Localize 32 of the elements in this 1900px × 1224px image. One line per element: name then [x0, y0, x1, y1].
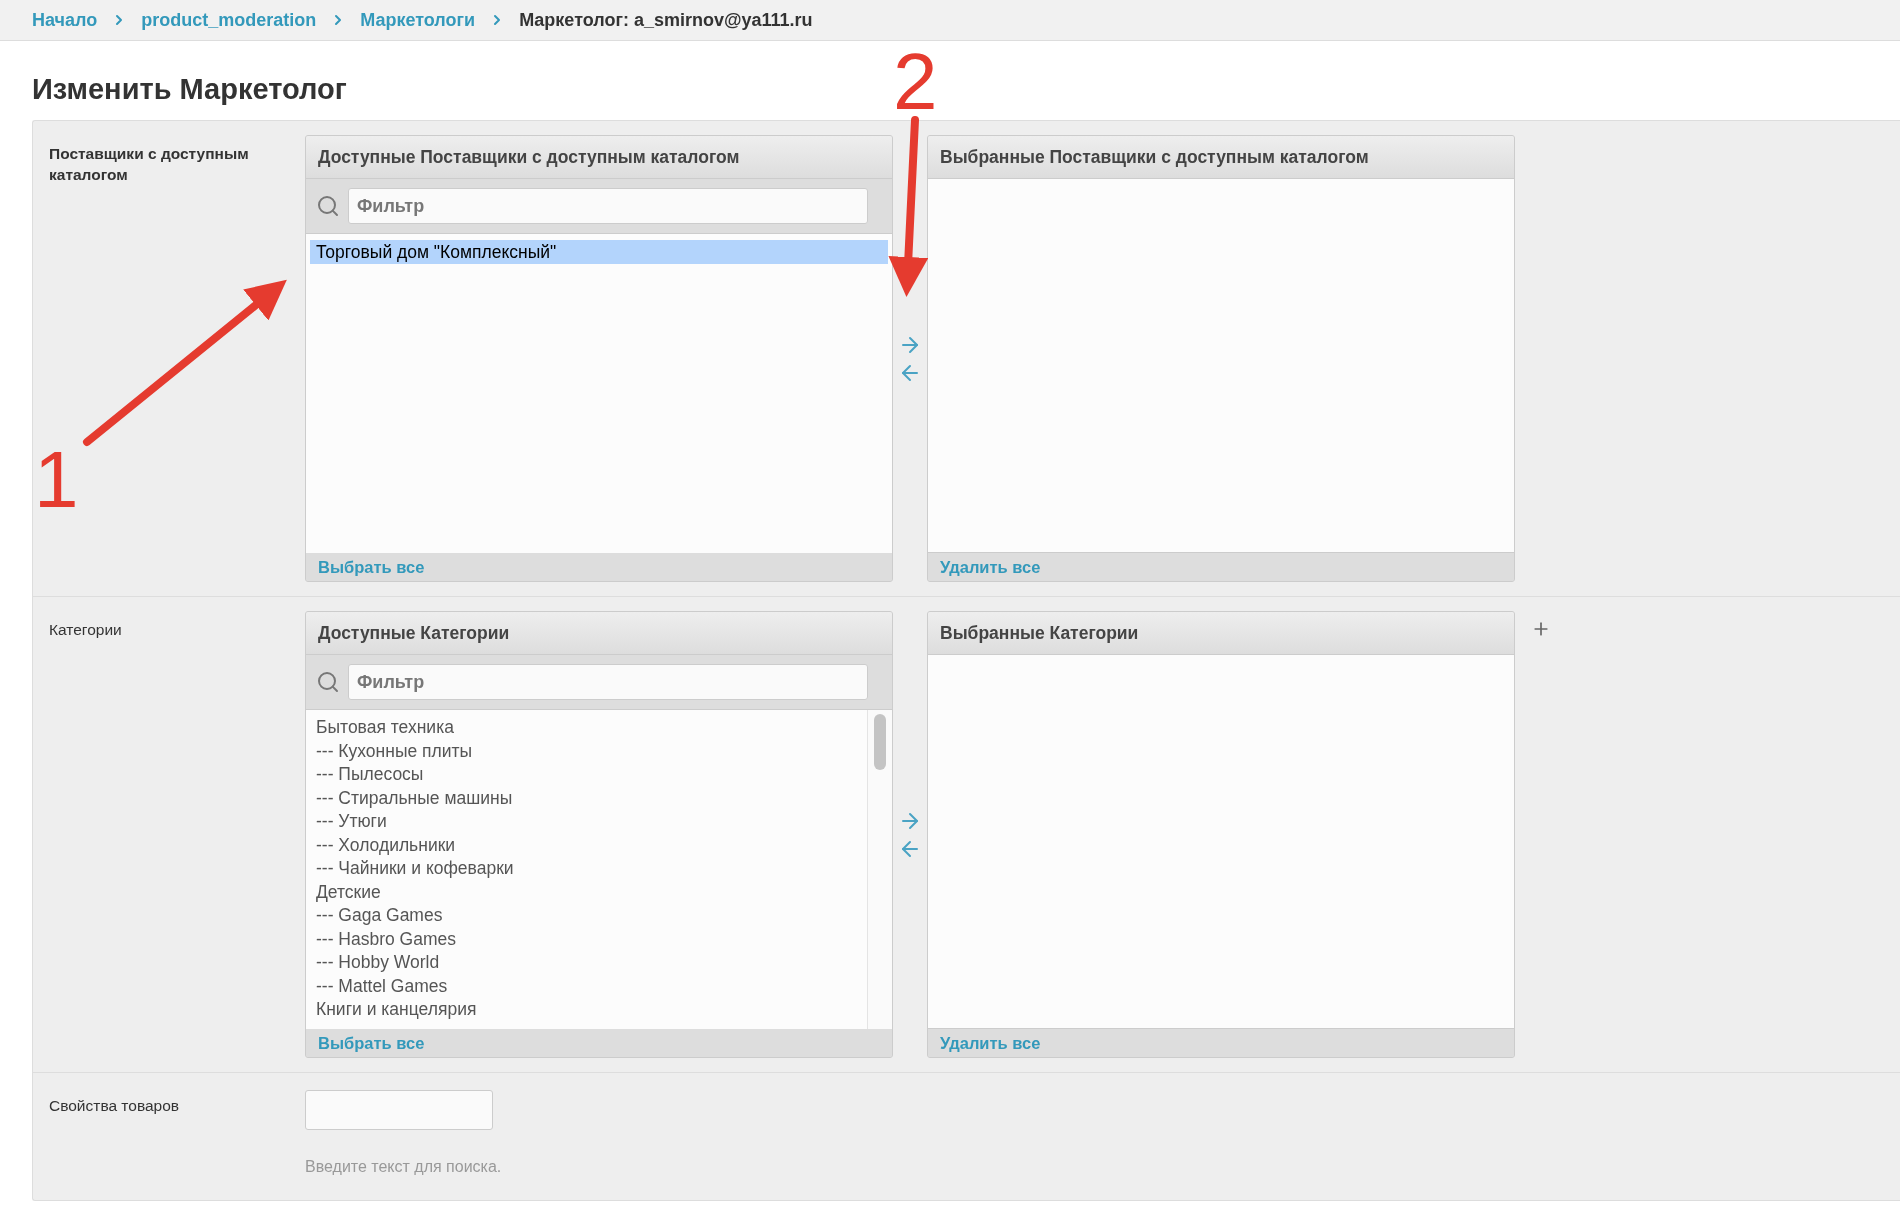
list-item[interactable]: --- Gaga Games: [310, 904, 863, 928]
annotation-number: 1: [34, 440, 79, 520]
page-title: Изменить Маркетолог: [32, 73, 347, 106]
panel-title: Выбранные Поставщики с доступным каталогом: [928, 136, 1514, 179]
list-item[interactable]: --- Пылесосы: [310, 763, 863, 787]
list-item[interactable]: --- Кухонные плиты: [310, 739, 863, 763]
list-item[interactable]: --- Утюги: [310, 810, 863, 834]
list-item[interactable]: Торговый дом "Комплексный": [310, 240, 888, 264]
list-item[interactable]: --- Чайники и кофеварки: [310, 857, 863, 881]
input-field[interactable]: [305, 1090, 493, 1130]
list-item[interactable]: --- Hasbro Games: [310, 927, 863, 951]
field-label: Категории: [49, 620, 123, 640]
list-item[interactable]: --- Mattel Games: [310, 974, 863, 998]
panel-title: Выбранные Категории: [928, 612, 1514, 655]
filter-field[interactable]: Фильтр: [348, 188, 868, 224]
help-text: Введите текст для поиска.: [305, 1158, 502, 1176]
list-item[interactable]: --- Hobby World: [310, 951, 863, 975]
list-item[interactable]: Детские: [310, 880, 863, 904]
search-icon: [316, 670, 340, 694]
search-icon: [316, 194, 340, 218]
field-label: Поставщики с доступным каталогом: [49, 144, 249, 185]
list-item[interactable]: Бытовая техника: [310, 716, 863, 740]
list-item[interactable]: Книги и канцелярия: [310, 998, 863, 1022]
breadcrumb-current: Маркетолог: a_smirnov@ya111.ru: [519, 9, 813, 31]
filter-field[interactable]: Фильтр: [348, 664, 868, 700]
list-item[interactable]: --- Стиральные машины: [310, 786, 863, 810]
annotation-number: 2: [893, 42, 938, 122]
field-label: Свойства товаров: [49, 1096, 181, 1116]
scrollbar-thumb[interactable]: [874, 714, 886, 770]
panel-title: Доступные Поставщики с доступным каталогом: [306, 136, 892, 179]
panel-title: Доступные Категории: [306, 612, 892, 655]
list-item[interactable]: --- Холодильники: [310, 833, 863, 857]
